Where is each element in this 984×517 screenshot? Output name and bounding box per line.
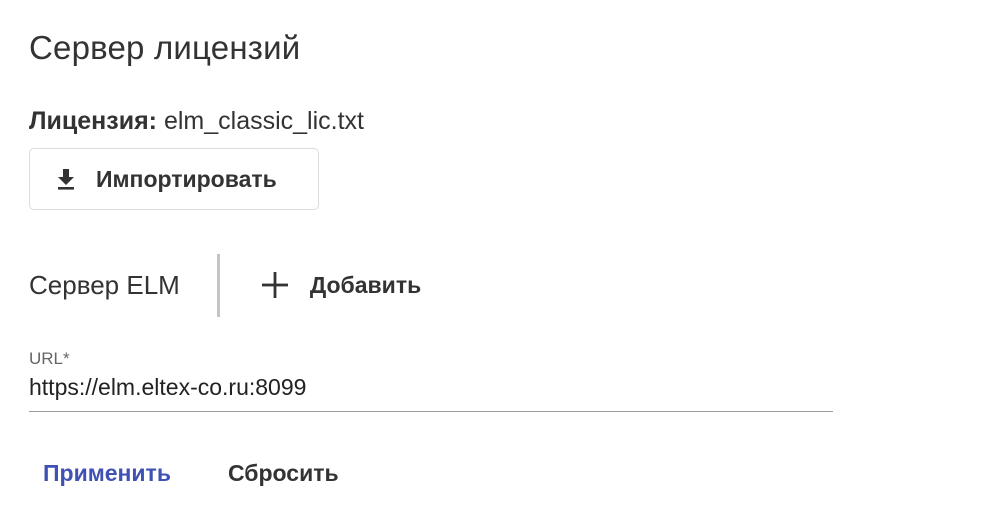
url-field: URL* <box>29 348 833 412</box>
url-field-label: URL* <box>29 349 70 368</box>
download-icon <box>54 167 78 191</box>
add-server-button[interactable]: Добавить <box>260 270 421 300</box>
apply-button[interactable]: Применить <box>43 460 171 487</box>
server-section-title: Сервер ELM <box>29 269 180 300</box>
license-file-name: elm_classic_lic.txt <box>163 107 365 135</box>
import-button[interactable]: Импортировать <box>29 148 319 210</box>
reset-button[interactable]: Сбросить <box>228 460 339 487</box>
server-section-header: Сервер ELM Добавить <box>29 253 421 317</box>
vertical-divider <box>216 253 220 317</box>
form-actions: Применить Сбросить <box>43 460 339 487</box>
import-button-label: Импортировать <box>96 165 277 192</box>
url-input[interactable] <box>29 370 833 412</box>
page-title: Сервер лицензий <box>29 29 301 66</box>
add-server-button-label: Добавить <box>309 271 422 298</box>
plus-icon <box>260 270 290 300</box>
license-info: Лицензия: elm_classic_lic.txt <box>29 104 364 138</box>
license-label: Лицензия: <box>29 107 157 135</box>
license-server-page: Сервер лицензий Лицензия: elm_classic_li… <box>0 0 984 517</box>
